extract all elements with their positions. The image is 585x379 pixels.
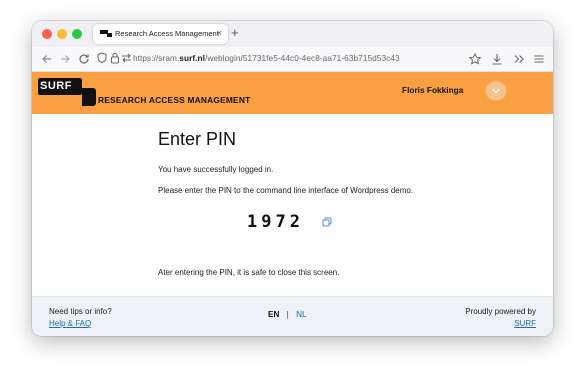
shield-icon[interactable] — [96, 52, 108, 64]
permissions-icon[interactable] — [121, 53, 132, 63]
app-header: SURF RESEARCH ACCESS MANAGEMENT Floris F… — [32, 72, 553, 114]
minimize-window-button[interactable] — [57, 29, 67, 39]
user-menu-toggle[interactable] — [485, 81, 507, 101]
download-icon[interactable] — [490, 52, 504, 66]
chevron-down-icon — [491, 88, 501, 94]
success-message: You have successfully logged in. — [158, 165, 274, 174]
user-name[interactable]: Floris Fokkinga — [402, 85, 463, 96]
overflow-chevron-icon[interactable] — [512, 52, 526, 66]
new-tab-button[interactable]: + — [231, 24, 239, 42]
page-title: Enter PIN — [158, 129, 237, 149]
surf-favicon-icon — [100, 30, 112, 37]
surf-logo[interactable]: SURF — [38, 78, 82, 95]
browser-window: Research Access Management × + https://s… — [32, 21, 553, 336]
close-window-button[interactable] — [42, 29, 52, 39]
language-switcher: EN | NL — [268, 310, 307, 320]
tab-close-icon[interactable]: × — [217, 27, 222, 39]
close-screen-text: Ater entering the PIN, it is safe to clo… — [158, 268, 340, 277]
tab-active[interactable]: Research Access Management × — [93, 24, 228, 44]
tips-text: Need tips or info? — [49, 307, 112, 316]
lang-separator: | — [286, 310, 289, 319]
copy-icon[interactable] — [322, 217, 332, 227]
reload-icon[interactable] — [77, 52, 91, 66]
powered-by-text: Proudly powered by — [465, 307, 536, 316]
product-name: RESEARCH ACCESS MANAGEMENT — [98, 95, 251, 105]
lang-en-link[interactable]: EN — [268, 310, 279, 319]
tab-bar: Research Access Management × + — [32, 21, 553, 48]
main-content: Enter PIN You have successfully logged i… — [32, 114, 553, 296]
menu-icon[interactable] — [532, 52, 546, 66]
help-faq-link[interactable]: Help & FAQ — [49, 319, 91, 329]
bookmark-star-icon[interactable] — [468, 52, 482, 66]
logo-bar-shape — [82, 88, 96, 106]
footer: Need tips or info? Help & FAQ EN | NL Pr… — [32, 296, 553, 336]
instruction-text: Please enter the PIN to the command line… — [158, 186, 414, 195]
logo-text: SURF — [40, 80, 72, 92]
navigation-bar: https://sram.surf.nl/weblogin/51731fe5-4… — [32, 47, 553, 72]
url-text[interactable]: https://sram.surf.nl/weblogin/51731fe5-4… — [133, 53, 400, 64]
lang-nl-link[interactable]: NL — [296, 310, 306, 319]
lock-icon[interactable] — [110, 52, 120, 64]
back-icon[interactable] — [40, 52, 54, 66]
surf-link[interactable]: SURF — [514, 319, 536, 329]
tab-title: Research Access Management — [115, 29, 219, 38]
zoom-window-button[interactable] — [72, 29, 82, 39]
pin-code: 1972 — [247, 212, 304, 232]
forward-icon[interactable] — [58, 52, 72, 66]
